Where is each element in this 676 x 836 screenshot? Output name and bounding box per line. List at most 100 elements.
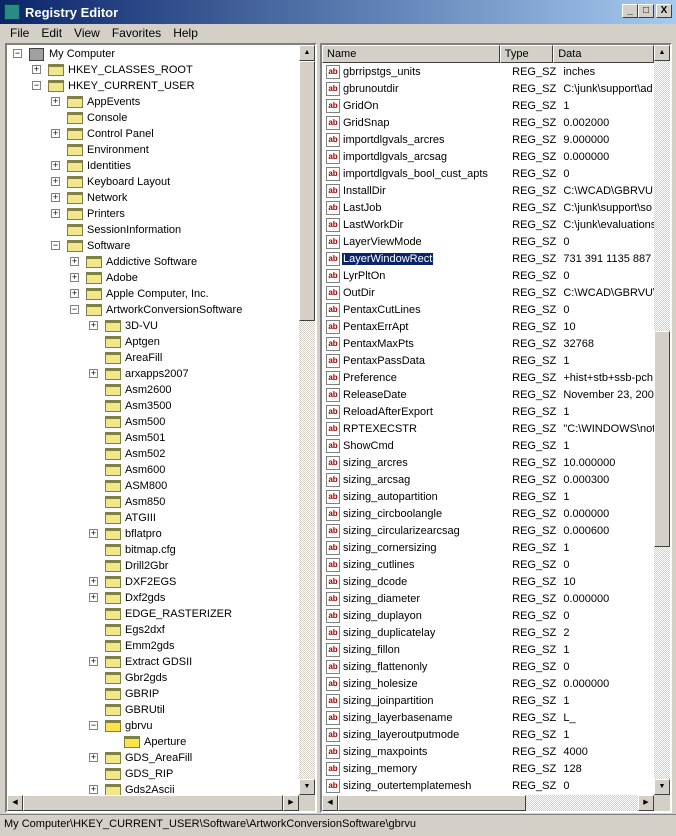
value-row[interactable]: ab importdlgvals_arcres REG_SZ 9.000000 [322, 131, 654, 148]
value-row[interactable]: ab LayerWindowRect REG_SZ 731 391 1135 887 [322, 250, 654, 267]
list-horizontal-scrollbar[interactable]: ◀ ▶ [322, 795, 654, 811]
tree-item[interactable]: Drill2Gbr [7, 558, 299, 574]
value-row[interactable]: ab PentaxPassData REG_SZ 1 [322, 352, 654, 369]
value-row[interactable]: ab LyrPltOn REG_SZ 0 [322, 267, 654, 284]
tree-item[interactable]: + Gds2Ascii [7, 782, 299, 795]
value-row[interactable]: ab sizing_flattenonly REG_SZ 0 [322, 658, 654, 675]
expand-icon[interactable]: + [70, 273, 79, 282]
expand-icon[interactable]: + [51, 177, 60, 186]
tree-item[interactable]: + DXF2EGS [7, 574, 299, 590]
expand-icon[interactable]: + [89, 657, 98, 666]
value-row[interactable]: ab importdlgvals_arcsag REG_SZ 0.000000 [322, 148, 654, 165]
menu-edit[interactable]: Edit [35, 24, 68, 42]
expand-icon[interactable]: + [51, 129, 60, 138]
tree-item[interactable]: Console [7, 110, 299, 126]
collapse-icon[interactable]: − [32, 81, 41, 90]
tree-item[interactable]: GBRIP [7, 686, 299, 702]
value-row[interactable]: ab sizing_memory REG_SZ 128 [322, 760, 654, 777]
tree-item[interactable]: + AppEvents [7, 94, 299, 110]
scroll-up-button[interactable]: ▲ [654, 45, 670, 61]
column-type[interactable]: Type [499, 45, 554, 63]
tree-item[interactable]: + HKEY_CLASSES_ROOT [7, 62, 299, 78]
value-row[interactable]: ab sizing_maxpoints REG_SZ 4000 [322, 743, 654, 760]
value-row[interactable]: ab sizing_autopartition REG_SZ 1 [322, 488, 654, 505]
collapse-icon[interactable]: − [70, 305, 79, 314]
value-row[interactable]: ab sizing_holesize REG_SZ 0.000000 [322, 675, 654, 692]
value-row[interactable]: ab PentaxCutLines REG_SZ 0 [322, 301, 654, 318]
menu-help[interactable]: Help [167, 24, 204, 42]
scroll-right-button[interactable]: ▶ [638, 795, 654, 811]
value-row[interactable]: ab sizing_duplayon REG_SZ 0 [322, 607, 654, 624]
expand-icon[interactable]: + [70, 257, 79, 266]
expand-icon[interactable]: + [51, 209, 60, 218]
tree-item[interactable]: + Keyboard Layout [7, 174, 299, 190]
expand-icon[interactable]: + [51, 193, 60, 202]
tree-item[interactable]: Environment [7, 142, 299, 158]
scroll-thumb[interactable] [23, 795, 283, 811]
expand-icon[interactable]: + [32, 65, 41, 74]
menu-view[interactable]: View [68, 24, 106, 42]
value-row[interactable]: ab sizing_circboolangle REG_SZ 0.000000 [322, 505, 654, 522]
tree-item[interactable]: Emm2gds [7, 638, 299, 654]
value-row[interactable]: ab sizing_fillon REG_SZ 1 [322, 641, 654, 658]
tree-item[interactable]: GBRUtil [7, 702, 299, 718]
tree-item[interactable]: Asm500 [7, 414, 299, 430]
tree-item[interactable]: + Network [7, 190, 299, 206]
tree-item[interactable]: Asm502 [7, 446, 299, 462]
tree-item[interactable]: + Apple Computer, Inc. [7, 286, 299, 302]
close-button[interactable]: X [656, 4, 672, 18]
expand-icon[interactable]: + [89, 785, 98, 794]
tree-item[interactable]: + Extract GDSII [7, 654, 299, 670]
value-row[interactable]: ab sizing_arcsag REG_SZ 0.000300 [322, 471, 654, 488]
scroll-thumb[interactable] [338, 795, 526, 811]
tree-item[interactable]: − My Computer [7, 46, 299, 62]
maximize-button[interactable]: □ [638, 4, 654, 18]
tree-item[interactable]: Asm600 [7, 462, 299, 478]
value-row[interactable]: ab sizing_layerbasename REG_SZ L_ [322, 709, 654, 726]
tree-item[interactable]: ATGIII [7, 510, 299, 526]
menu-file[interactable]: File [4, 24, 35, 42]
tree-item[interactable]: + arxapps2007 [7, 366, 299, 382]
scroll-thumb[interactable] [654, 331, 670, 547]
tree-item[interactable]: + Adobe [7, 270, 299, 286]
value-row[interactable]: ab sizing_dcode REG_SZ 10 [322, 573, 654, 590]
value-row[interactable]: ab PentaxErrApt REG_SZ 10 [322, 318, 654, 335]
value-row[interactable]: ab ReloadAfterExport REG_SZ 1 [322, 403, 654, 420]
tree-vertical-scrollbar[interactable]: ▲ ▼ [299, 45, 315, 795]
expand-icon[interactable]: + [89, 369, 98, 378]
menu-favorites[interactable]: Favorites [106, 24, 167, 42]
value-row[interactable]: ab sizing_outertemplatemesh REG_SZ 0 [322, 777, 654, 794]
tree-item[interactable]: − HKEY_CURRENT_USER [7, 78, 299, 94]
value-row[interactable]: ab LastJob REG_SZ C:\junk\support\so [322, 199, 654, 216]
value-row[interactable]: ab LayerViewMode REG_SZ 0 [322, 233, 654, 250]
tree-item[interactable]: GDS_RIP [7, 766, 299, 782]
tree-horizontal-scrollbar[interactable]: ◀ ▶ [7, 795, 299, 811]
tree-item[interactable]: Asm850 [7, 494, 299, 510]
value-row[interactable]: ab gbrunoutdir REG_SZ C:\junk\support\ad [322, 80, 654, 97]
value-row[interactable]: ab sizing_duplicatelay REG_SZ 2 [322, 624, 654, 641]
tree-item[interactable]: EDGE_RASTERIZER [7, 606, 299, 622]
value-row[interactable]: ab sizing_cornersizing REG_SZ 1 [322, 539, 654, 556]
value-row[interactable]: ab GridSnap REG_SZ 0.002000 [322, 114, 654, 131]
scroll-left-button[interactable]: ◀ [322, 795, 338, 811]
expand-icon[interactable]: + [89, 593, 98, 602]
tree-item[interactable]: Egs2dxf [7, 622, 299, 638]
tree-item[interactable]: Aperture [7, 734, 299, 750]
list-vertical-scrollbar[interactable]: ▲ ▼ [654, 45, 670, 795]
collapse-icon[interactable]: − [89, 721, 98, 730]
tree-item[interactable]: Asm501 [7, 430, 299, 446]
tree-item[interactable]: bitmap.cfg [7, 542, 299, 558]
tree-item[interactable]: +3D-VU [7, 318, 299, 334]
tree-item[interactable]: + Dxf2gds [7, 590, 299, 606]
value-row[interactable]: ab sizing_cutlines REG_SZ 0 [322, 556, 654, 573]
tree-item[interactable]: − ArtworkConversionSoftware [7, 302, 299, 318]
tree-item[interactable]: + Control Panel [7, 126, 299, 142]
tree-item[interactable]: + GDS_AreaFill [7, 750, 299, 766]
value-row[interactable]: ab OutDir REG_SZ C:\WCAD\GBRVU\E [322, 284, 654, 301]
expand-icon[interactable]: + [70, 289, 79, 298]
tree-item[interactable]: + Addictive Software [7, 254, 299, 270]
tree-item[interactable]: ASM800 [7, 478, 299, 494]
tree-item[interactable]: + bflatpro [7, 526, 299, 542]
scroll-down-button[interactable]: ▼ [654, 779, 670, 795]
collapse-icon[interactable]: − [13, 49, 22, 58]
